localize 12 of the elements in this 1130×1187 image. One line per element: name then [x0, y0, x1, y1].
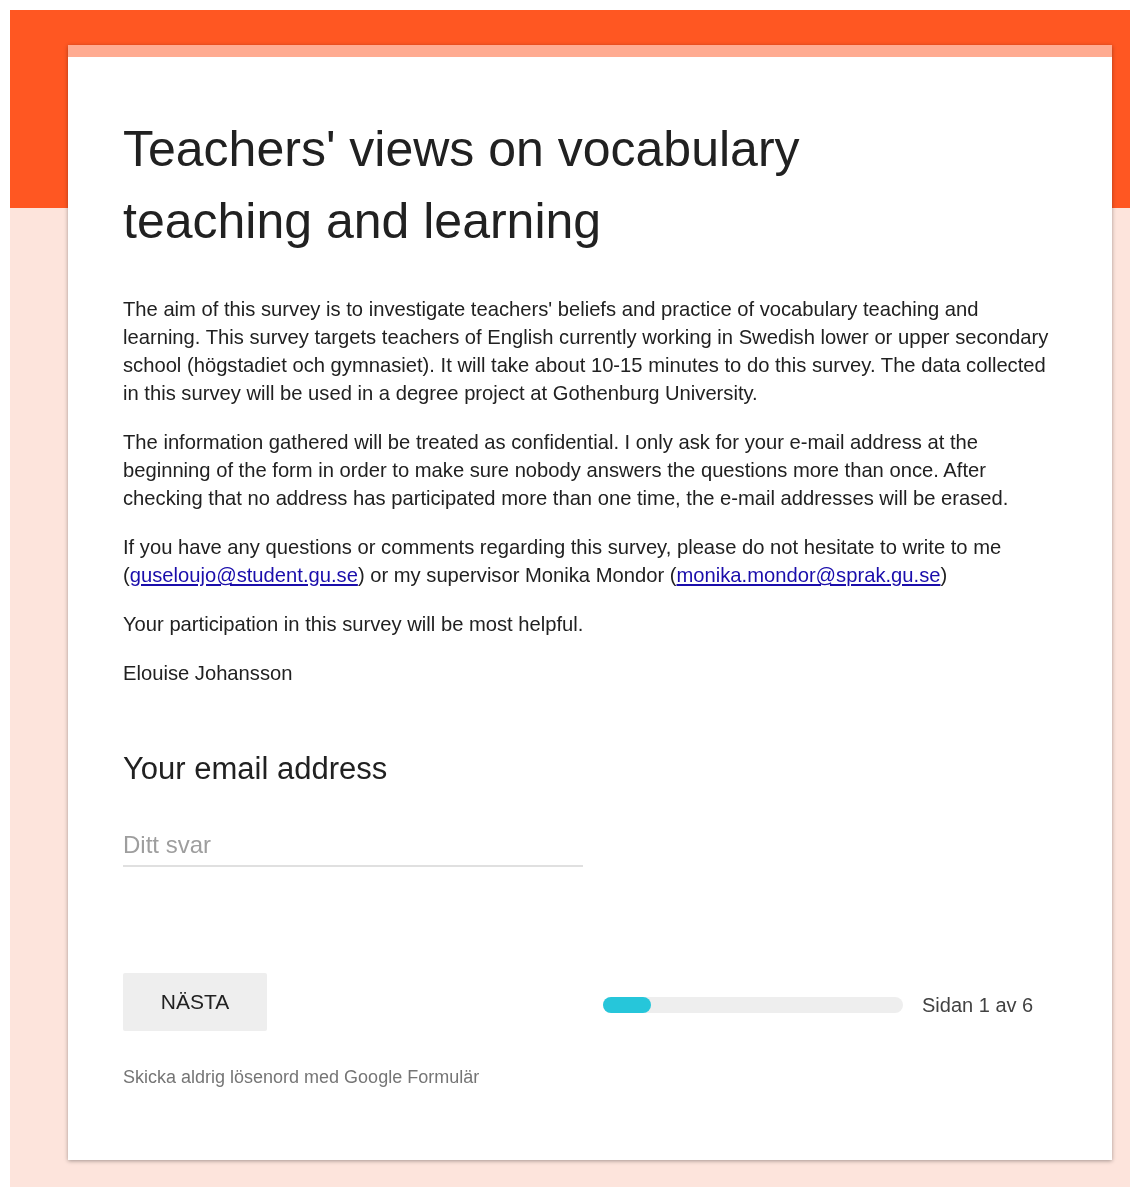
form-title: Teachers' views on vocabulary teaching and learning: [123, 120, 801, 251]
page-indicator: Sidan 1 av 6: [922, 993, 1034, 1017]
description-paragraph: If you have any questions or comments regarding this survey, please do not hesitate to write to me (guseloujo@student.gu.se) or my supervisor Monika Mondor (monika.mondor@sprak.gu.se): [123, 535, 1003, 588]
description-paragraph: The information gathered will be treated as confidential. I only ask for your e-mail address at the beginning of the form in order to make sure nobody answers the questions more than once. After checking that no address has participated more than one time, the e-mail addresses will be erased.: [123, 430, 1010, 511]
description-paragraph: Elouise Johansson: [123, 661, 294, 686]
next-button[interactable]: NÄSTA: [123, 973, 267, 1031]
description-paragraph: Your participation in this survey will be most helpful.: [123, 612, 585, 637]
question-title: Your email address: [123, 751, 389, 787]
email-link[interactable]: guseloujo@student.gu.se: [129, 564, 358, 586]
description-paragraph: The aim of this survey is to investigate teachers' beliefs and practice of vocabulary teaching and learning. This survey targets teachers of English currently working in Swedish lower or upper secondary school (högstadiet och gymnasiet). It will take about 10-15 minutes to do this survey. The data collected in this survey will be used in a degree project at Gothenburg University.: [123, 297, 1050, 406]
email-link[interactable]: monika.mondor@sprak.gu.se: [676, 564, 941, 586]
footer-note: Skicka aldrig lösenord med Google Formulär: [123, 1067, 481, 1088]
